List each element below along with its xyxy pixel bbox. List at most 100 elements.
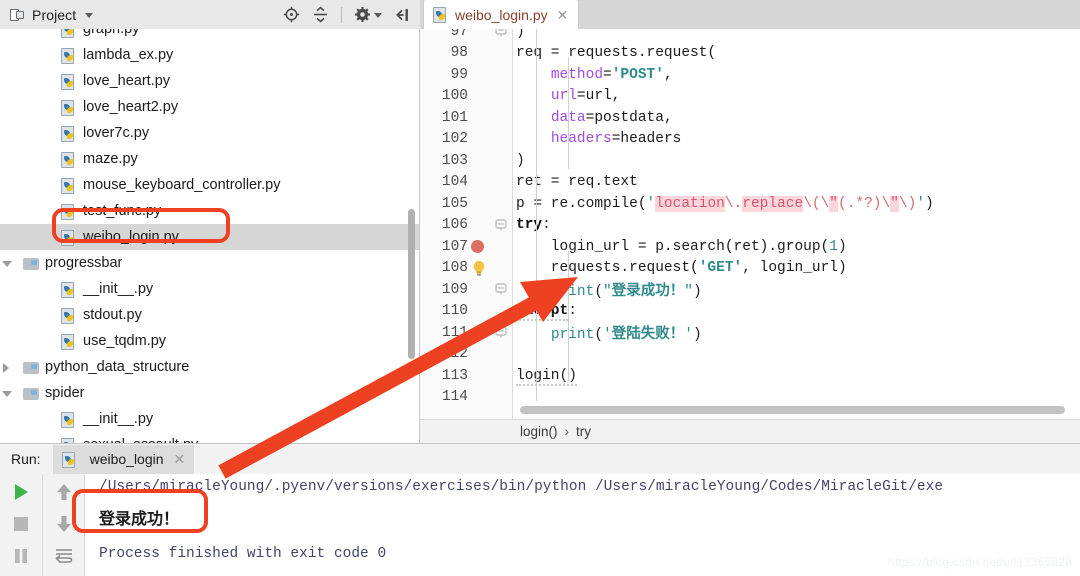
tree-item-graph-py[interactable]: graph.py bbox=[0, 29, 420, 42]
tree-item-label: love_heart2.py bbox=[83, 99, 179, 115]
gear-caret-down-icon[interactable] bbox=[374, 11, 382, 19]
fold-gutter[interactable] bbox=[490, 279, 512, 301]
fold-gutter[interactable] bbox=[490, 236, 512, 258]
fold-gutter[interactable] bbox=[490, 172, 512, 194]
editor-horizontal-scrollbar[interactable] bbox=[520, 406, 1065, 414]
fold-gutter[interactable] bbox=[490, 344, 512, 366]
code-editor[interactable]: 97) 98 req = requests.request(99 method='P… bbox=[420, 29, 1080, 419]
fold-gutter[interactable] bbox=[490, 215, 512, 237]
breadcrumb-item-try[interactable]: try bbox=[576, 424, 591, 439]
tree-item-stdout-py[interactable]: stdout.py bbox=[0, 302, 420, 328]
run-toolbar[interactable] bbox=[0, 474, 84, 576]
tree-item-love-heart2-py[interactable]: love_heart2.py bbox=[0, 94, 420, 120]
run-icon[interactable] bbox=[11, 482, 31, 502]
collapse-all-icon[interactable] bbox=[312, 6, 329, 23]
fold-gutter[interactable] bbox=[490, 29, 512, 43]
tree-item-use-tqdm-py[interactable]: use_tqdm.py bbox=[0, 328, 420, 354]
tree-item-lover7c-py[interactable]: lover7c.py bbox=[0, 120, 420, 146]
tree-item-python-data-structure[interactable]: python_data_structure bbox=[0, 354, 420, 380]
code-text: login_url = p.search(ret).group(1) bbox=[516, 238, 847, 255]
fold-gutter[interactable] bbox=[490, 86, 512, 108]
intention-bulb-icon[interactable] bbox=[468, 258, 490, 280]
fold-gutter[interactable] bbox=[490, 387, 512, 409]
tree-item--init-py[interactable]: __init__.py bbox=[0, 406, 420, 432]
tree-item-weibo-login-py[interactable]: weibo_login.py bbox=[0, 224, 420, 250]
tree-item-progressbar[interactable]: progressbar bbox=[0, 250, 420, 276]
tree-item--init-py[interactable]: __init__.py bbox=[0, 276, 420, 302]
tree-item-mouse-keyboard-controller-py[interactable]: mouse_keyboard_controller.py bbox=[0, 172, 420, 198]
fold-gutter[interactable] bbox=[490, 129, 512, 151]
stop-icon[interactable] bbox=[11, 514, 31, 534]
code-line-114[interactable]: 114 bbox=[420, 387, 1080, 409]
project-tree-scrollbar[interactable] bbox=[408, 209, 415, 359]
line-number: 100 bbox=[441, 88, 468, 105]
code-line-97[interactable]: 97) bbox=[420, 29, 1080, 43]
breadcrumb-item-login[interactable]: login() bbox=[520, 424, 558, 439]
line-number: 102 bbox=[441, 131, 468, 148]
line-number: 97 bbox=[450, 29, 468, 40]
fold-gutter[interactable] bbox=[490, 322, 512, 344]
project-tree[interactable]: graph.py lambda_ex.py love_heart.py love_he… bbox=[0, 29, 420, 443]
fold-gutter[interactable] bbox=[490, 258, 512, 280]
line-number: 114 bbox=[441, 389, 468, 406]
tree-item-maze-py[interactable]: maze.py bbox=[0, 146, 420, 172]
pause-icon[interactable] bbox=[11, 546, 31, 566]
code-line-108[interactable]: 108 requests.request('GET', login_url) bbox=[420, 258, 1080, 280]
tree-item-label: maze.py bbox=[83, 151, 138, 167]
python-file-icon bbox=[61, 29, 76, 38]
breadcrumb[interactable]: login() › try bbox=[420, 419, 1080, 443]
tree-item-love-heart-py[interactable]: love_heart.py bbox=[0, 68, 420, 94]
run-tab-weibo-login[interactable]: weibo_login ✕ bbox=[52, 444, 195, 474]
code-line-105[interactable]: 105 p = re.compile('location\.replace\(\"… bbox=[420, 193, 1080, 215]
code-line-109[interactable]: 109 print("登录成功！") bbox=[420, 279, 1080, 301]
locate-icon[interactable] bbox=[283, 6, 300, 23]
code-line-99[interactable]: 99 method='POST', bbox=[420, 64, 1080, 86]
line-number: 110 bbox=[441, 303, 468, 320]
code-line-110[interactable]: 110 except: bbox=[420, 301, 1080, 323]
fold-gutter[interactable] bbox=[490, 193, 512, 215]
code-line-101[interactable]: 101 data=postdata, bbox=[420, 107, 1080, 129]
up-arrow-icon[interactable] bbox=[54, 482, 74, 502]
tree-item-test-func-py[interactable]: test_func.py bbox=[0, 198, 420, 224]
editor-tab-strip: weibo_login.py ✕ bbox=[420, 0, 1080, 30]
settings-gear-icon[interactable] bbox=[354, 6, 371, 23]
hide-panel-icon[interactable] bbox=[394, 7, 410, 23]
fold-gutter[interactable] bbox=[490, 107, 512, 129]
fold-gutter[interactable] bbox=[490, 150, 512, 172]
twisty-collapsed-icon[interactable] bbox=[0, 361, 13, 374]
breakpoint-icon[interactable] bbox=[468, 236, 490, 258]
editor-tab-weibo-login[interactable]: weibo_login.py ✕ bbox=[424, 0, 579, 29]
code-line-103[interactable]: 103) bbox=[420, 150, 1080, 172]
code-line-106[interactable]: 106 try: bbox=[420, 215, 1080, 237]
line-number: 113 bbox=[441, 367, 468, 384]
line-number: 103 bbox=[441, 152, 468, 169]
soft-wrap-icon[interactable] bbox=[54, 546, 74, 566]
fold-gutter[interactable] bbox=[490, 64, 512, 86]
code-line-111[interactable]: 111 print('登陆失败！') bbox=[420, 322, 1080, 344]
code-line-107[interactable]: 107 login_url = p.search(ret).group(1) bbox=[420, 236, 1080, 258]
code-line-112[interactable]: 112 bbox=[420, 344, 1080, 366]
python-file-icon bbox=[61, 151, 76, 168]
code-line-113[interactable]: 113 login() bbox=[420, 365, 1080, 387]
down-arrow-icon[interactable] bbox=[54, 514, 74, 534]
python-file-icon bbox=[61, 125, 76, 142]
tree-item-lambda-ex-py[interactable]: lambda_ex.py bbox=[0, 42, 420, 68]
code-line-100[interactable]: 100 url=url, bbox=[420, 86, 1080, 108]
console-exit-line: Process finished with exit code 0 bbox=[99, 546, 387, 562]
fold-gutter[interactable] bbox=[490, 365, 512, 387]
code-area[interactable]: 97) 98 req = requests.request(99 method='P… bbox=[420, 29, 1080, 419]
code-line-102[interactable]: 102 headers=headers bbox=[420, 129, 1080, 151]
chevron-down-icon[interactable] bbox=[85, 13, 94, 18]
close-icon[interactable]: ✕ bbox=[174, 452, 186, 466]
twisty-expanded-icon[interactable] bbox=[0, 387, 13, 400]
python-file-icon bbox=[61, 177, 76, 194]
code-line-98[interactable]: 98 req = requests.request( bbox=[420, 43, 1080, 65]
tree-item-spider[interactable]: spider bbox=[0, 380, 420, 406]
fold-gutter[interactable] bbox=[490, 43, 512, 65]
code-line-104[interactable]: 104 ret = req.text bbox=[420, 172, 1080, 194]
gutter-marker bbox=[468, 279, 490, 301]
fold-gutter[interactable] bbox=[490, 301, 512, 323]
close-icon[interactable]: ✕ bbox=[557, 8, 569, 22]
tree-item-sexual-assault-py[interactable]: sexual_assault.py bbox=[0, 432, 420, 443]
twisty-expanded-icon[interactable] bbox=[0, 257, 13, 270]
